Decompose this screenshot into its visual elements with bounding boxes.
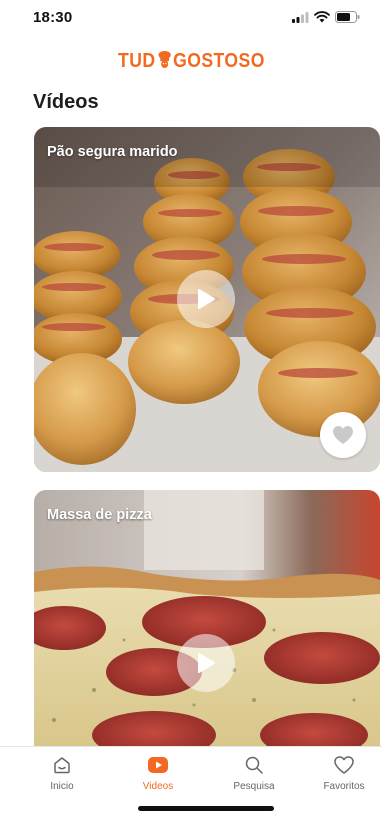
tab-bar: Inicio Videos Pesquisa Favoritos xyxy=(0,746,382,815)
tab-favoritos[interactable]: Favoritos xyxy=(304,753,382,792)
play-button[interactable] xyxy=(177,634,235,692)
status-bar: 18:30 xyxy=(0,0,382,40)
video-title: Pão segura marido xyxy=(47,144,178,160)
video-card[interactable]: Pão segura marido xyxy=(34,127,380,472)
heart-icon xyxy=(334,756,354,774)
video-thumbnail xyxy=(34,490,380,750)
logo-text-right: GOSTOSO xyxy=(172,50,265,72)
logo-text-left: TUD xyxy=(117,50,156,72)
status-icons xyxy=(292,11,360,23)
video-card[interactable]: Massa de pizza xyxy=(34,490,380,750)
heart-icon xyxy=(333,426,353,444)
tab-label: Favoritos xyxy=(323,781,365,792)
play-icon xyxy=(198,289,215,309)
signal-icon xyxy=(292,11,309,23)
play-icon xyxy=(198,653,215,673)
logo-row: TUD GOSTOSO xyxy=(0,50,382,73)
home-icon xyxy=(54,757,70,774)
tab-inicio[interactable]: Inicio xyxy=(22,753,102,792)
logo: TUD GOSTOSO xyxy=(118,50,265,73)
page-title: Vídeos xyxy=(33,91,99,113)
tab-videos[interactable]: Videos xyxy=(118,753,198,792)
favorite-button[interactable] xyxy=(320,412,366,458)
status-time: 18:30 xyxy=(33,9,73,26)
tab-pesquisa[interactable]: Pesquisa xyxy=(214,753,294,792)
battery-icon xyxy=(335,11,360,23)
wifi-icon xyxy=(314,11,330,23)
chef-hat-icon xyxy=(155,51,173,68)
play-button[interactable] xyxy=(177,270,235,328)
video-title: Massa de pizza xyxy=(47,507,152,523)
tab-label: Videos xyxy=(142,781,174,792)
home-indicator xyxy=(138,806,274,811)
video-icon xyxy=(148,757,168,773)
tab-label: Pesquisa xyxy=(233,781,275,792)
tab-label: Inicio xyxy=(50,781,74,792)
search-icon xyxy=(245,756,263,774)
